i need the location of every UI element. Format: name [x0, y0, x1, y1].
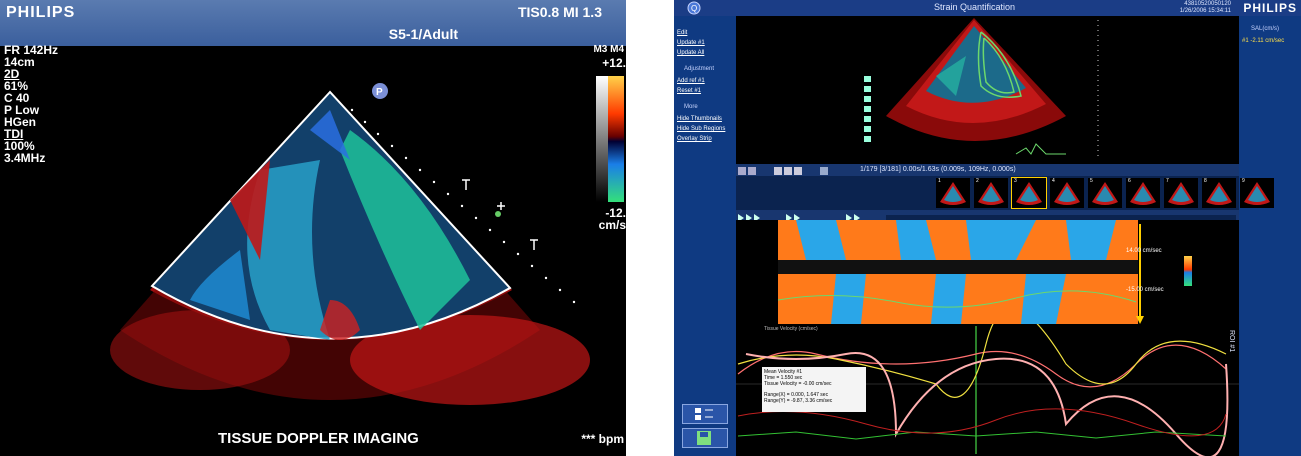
view-tool-icons — [864, 76, 871, 142]
checklist-button[interactable] — [682, 404, 728, 424]
thumbnail-number: 9 — [1242, 178, 1245, 184]
frame-thumbnail[interactable]: 3 — [1011, 177, 1047, 209]
velocity-scale-bar — [1184, 256, 1192, 286]
marker-p-label: P — [376, 87, 383, 98]
curved-m-mode[interactable] — [736, 220, 1239, 324]
velocity-colorbar — [596, 76, 624, 202]
frame-info: 1/179 [3/181] 0.00s/1.63s (0.009s, 109Hz… — [860, 166, 1016, 173]
thumbnail-number: 7 — [1166, 178, 1169, 184]
thumbnail-number: 1 — [938, 178, 941, 184]
measurement-tooltip: Mean Velocity #1 Time = 1.550 sec Tissue … — [762, 367, 866, 412]
frame-thumbnail[interactable]: 9 — [1240, 178, 1274, 208]
image-caption: TISSUE DOPPLER IMAGING — [218, 430, 419, 447]
reset-icon — [794, 167, 802, 175]
layout-icon — [738, 167, 746, 175]
save-button[interactable] — [682, 428, 728, 448]
ultrasound-image: P — [110, 83, 590, 405]
echo-image — [864, 18, 1099, 160]
frame-thumbnail[interactable]: 2 — [974, 178, 1008, 208]
scale-min: -15.00 cm/sec — [1126, 287, 1164, 293]
sidebar-link[interactable]: Update All — [677, 50, 704, 56]
zoom-icon — [774, 167, 782, 175]
frame-thumbnail[interactable]: 4 — [1050, 178, 1084, 208]
roi-velocity-value: #1 -2.11 cm/sec — [1242, 38, 1285, 44]
frame-thumbnail[interactable]: 1 — [936, 178, 970, 208]
colorbar-max: +12. — [602, 56, 626, 70]
frame-thumbnail[interactable]: 8 — [1202, 178, 1236, 208]
brand-logo: PHILIPS — [1243, 1, 1297, 15]
layout-icon — [748, 167, 756, 175]
thumbnail-number: 3 — [1014, 178, 1017, 184]
sidebar-link[interactable]: Add ref #1 — [677, 78, 705, 84]
graph-title: Tissue Velocity (cm/sec) — [764, 326, 818, 332]
thumbnail-number: 4 — [1052, 178, 1055, 184]
svg-text:Q: Q — [691, 4, 697, 13]
thumbnail-strip: 1 2 3 4 5 6 7 8 9 — [736, 176, 1274, 210]
pan-icon — [784, 167, 792, 175]
frame-thumbnail[interactable]: 7 — [1164, 178, 1198, 208]
window-title: Strain Quantification — [934, 2, 1016, 12]
heart-rate: *** bpm — [581, 432, 624, 446]
sidebar-link[interactable]: Hide Thumbnails — [677, 116, 722, 122]
left-sidebar: Edit Update #1 Update All Adjustment Add ref… — [674, 16, 736, 456]
sidebar-link[interactable]: Edit — [677, 30, 687, 36]
tdi-viewer: PHILIPS TIS0.8 MI 1.3 S5-1/Adult FR 142H… — [0, 0, 626, 456]
right-sidebar: SAL(cm/s) #1 -2.11 cm/sec — [1239, 16, 1301, 456]
frame-thumbnail[interactable]: 6 — [1126, 178, 1160, 208]
m-mode-image — [777, 220, 1190, 324]
sidebar-link[interactable]: Update #1 — [677, 40, 705, 46]
tooltip-line: Range(Y) = -9.87, 3.36 cm/sec — [764, 398, 833, 404]
thumbnail-number: 5 — [1090, 178, 1093, 184]
playback-controls — [736, 210, 1239, 222]
sidebar-section-label: Adjustment — [684, 66, 715, 72]
window-header: Q Strain Quantification 43810520050120 1… — [674, 0, 1301, 16]
export-icon — [820, 167, 828, 175]
thumbnail-number: 8 — [1204, 178, 1207, 184]
roi-vertical-label: ROI #1 — [1228, 330, 1235, 353]
tooltip-lines: Time = 1.550 sec Tissue Velocity = -0.00 … — [764, 375, 864, 404]
sidebar-link[interactable]: Reset #1 — [677, 88, 701, 94]
sidebar-link[interactable]: Hide Sub Regions — [677, 126, 725, 132]
results-header: SAL(cm/s) — [1251, 26, 1280, 32]
qlab-icon[interactable]: Q — [686, 1, 706, 15]
thumbnail-number: 6 — [1128, 178, 1131, 184]
frame-thumbnail[interactable]: 5 — [1088, 178, 1122, 208]
echo-view[interactable] — [736, 16, 1239, 164]
scale-max: 14.00 cm/sec — [1126, 248, 1162, 254]
colorbar-unit: cm/s — [598, 218, 626, 232]
study-info: 43810520050120 1/26/2006 15:34:11 — [1179, 1, 1231, 14]
colorbar-label: M3 M4 — [593, 44, 624, 55]
sidebar-link[interactable]: Overlay Strip — [677, 136, 712, 142]
strain-quantification-window: Q Strain Quantification 43810520050120 1… — [674, 0, 1301, 456]
thumbnail-number: 2 — [976, 178, 979, 184]
sidebar-section-label: More — [684, 104, 698, 110]
